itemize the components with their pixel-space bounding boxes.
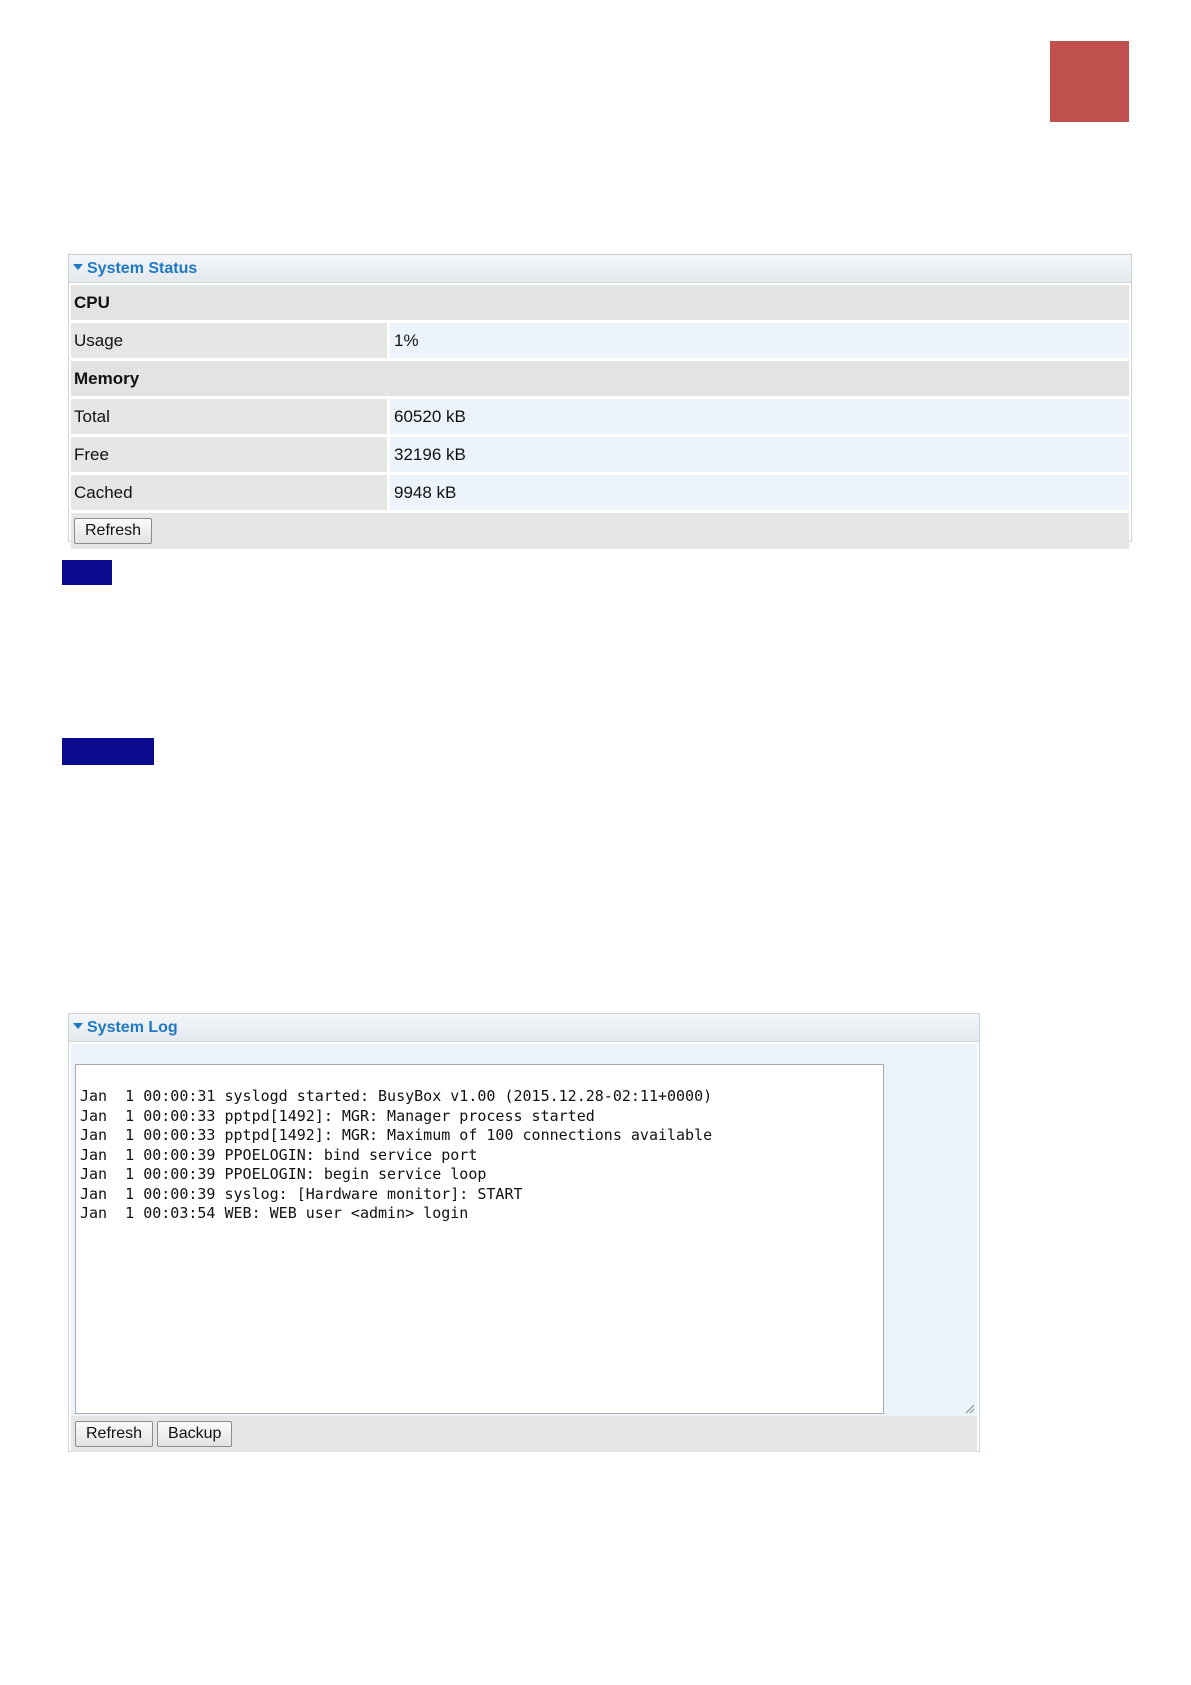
system-status-header[interactable]: System Status (69, 255, 1131, 283)
cpu-usage-value: 1% (390, 323, 1129, 358)
memory-total-value: 60520 kB (390, 399, 1129, 434)
log-actions-row: Refresh Backup (71, 1416, 977, 1452)
memory-free-value: 32196 kB (390, 437, 1129, 472)
system-log-textarea[interactable]: Jan 1 00:00:31 syslogd started: BusyBox … (75, 1064, 884, 1414)
caret-down-icon (73, 264, 83, 270)
caret-down-icon (73, 1023, 83, 1029)
system-log-panel: System Log Jan 1 00:00:31 syslogd starte… (68, 1013, 980, 1452)
memory-cached-row: Cached 9948 kB (71, 475, 1129, 510)
memory-free-label: Free (71, 437, 387, 472)
resize-grip-icon[interactable] (966, 1405, 974, 1413)
log-backup-button[interactable]: Backup (157, 1421, 233, 1447)
corner-page-marker (1050, 41, 1129, 122)
memory-cached-label: Cached (71, 475, 387, 510)
status-actions-row: Refresh (71, 513, 1129, 549)
cpu-usage-label: Usage (71, 323, 387, 358)
memory-cached-value: 9948 kB (390, 475, 1129, 510)
system-log-title: System Log (87, 1019, 178, 1036)
system-status-title: System Status (87, 260, 198, 277)
system-log-body: Jan 1 00:00:31 syslogd started: BusyBox … (71, 1044, 977, 1416)
memory-total-row: Total 60520 kB (71, 399, 1129, 434)
highlight-bar-long (62, 738, 154, 765)
status-refresh-button[interactable]: Refresh (74, 518, 153, 544)
highlight-bar-short (62, 560, 112, 585)
log-refresh-button[interactable]: Refresh (75, 1421, 154, 1447)
memory-free-row: Free 32196 kB (71, 437, 1129, 472)
cpu-section-heading: CPU (71, 285, 1129, 320)
cpu-usage-row: Usage 1% (71, 323, 1129, 358)
memory-total-label: Total (71, 399, 387, 434)
system-status-panel: System Status CPU Usage 1% Memory Total … (68, 254, 1132, 549)
memory-section-heading: Memory (71, 361, 1129, 396)
system-log-header[interactable]: System Log (69, 1014, 979, 1042)
